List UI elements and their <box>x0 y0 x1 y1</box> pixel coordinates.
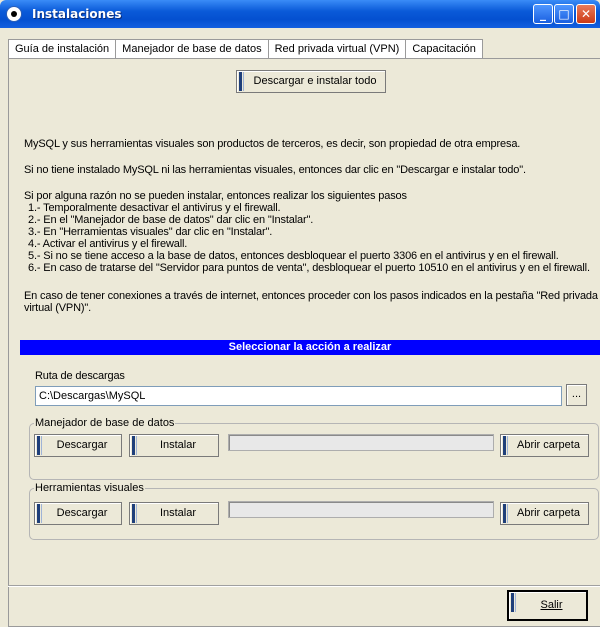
tools-download-button[interactable]: Descargar <box>34 502 122 525</box>
window-title: Instalaciones <box>32 7 122 21</box>
tab-manejador-base-datos[interactable]: Manejador de base de datos <box>115 39 269 59</box>
app-icon <box>6 6 22 22</box>
db-manager-legend: Manejador de base de datos <box>34 417 176 429</box>
tools-install-button[interactable]: Instalar <box>129 502 219 525</box>
tab-red-privada-virtual[interactable]: Red privada virtual (VPN) <box>267 39 407 59</box>
tab-capacitacion[interactable]: Capacitación <box>405 39 483 59</box>
step-item: 5.- Si no se tiene acceso a la base de d… <box>28 250 559 262</box>
action-header: Seleccionar la acción a realizar <box>20 340 600 355</box>
info-third-party: MySQL y sus herramientas visuales son pr… <box>24 138 521 150</box>
db-install-button[interactable]: Instalar <box>129 434 219 457</box>
download-path-input[interactable]: C:\Descargas\MySQL <box>35 386 562 406</box>
exit-button[interactable]: Salir <box>507 590 588 621</box>
footer-divider-highlight <box>8 586 600 587</box>
exit-button-label: Salir <box>540 599 563 611</box>
visual-tools-legend: Herramientas visuales <box>34 482 145 494</box>
minimize-button[interactable]: _ <box>533 4 553 24</box>
info-vpn-line1: En caso de tener conexiones a través de … <box>24 290 598 302</box>
step-item: 6.- En caso de tratarse del "Servidor pa… <box>28 262 590 274</box>
step-item: 1.- Temporalmente desactivar el antiviru… <box>28 202 281 214</box>
tab-strip: Guía de instalación Manejador de base de… <box>8 39 483 60</box>
download-path-label: Ruta de descargas <box>35 370 125 382</box>
maximize-button[interactable]: □ <box>554 4 574 24</box>
tab-guia-instalacion[interactable]: Guía de instalación <box>8 39 117 60</box>
step-item: 4.- Activar el antivirus y el firewall. <box>28 238 188 250</box>
title-bar[interactable]: Instalaciones _ □ ✕ <box>0 0 600 28</box>
browse-button[interactable]: ... <box>566 384 587 406</box>
db-progress-bar <box>228 434 494 451</box>
tools-progress-bar <box>228 501 494 518</box>
close-button[interactable]: ✕ <box>576 4 596 24</box>
download-install-all-button[interactable]: Descargar e instalar todo <box>236 70 386 93</box>
db-open-folder-button[interactable]: Abrir carpeta <box>500 434 589 457</box>
info-not-installed: Si no tiene instalado MySQL ni las herra… <box>24 164 526 176</box>
info-vpn-line2: virtual (VPN)". <box>24 302 92 314</box>
db-download-button[interactable]: Descargar <box>34 434 122 457</box>
tools-open-folder-button[interactable]: Abrir carpeta <box>500 502 589 525</box>
info-steps-intro: Si por alguna razón no se pueden instala… <box>24 190 407 202</box>
step-item: 3.- En "Herramientas visuales" dar clic … <box>28 226 273 238</box>
installer-window: Instalaciones _ □ ✕ Guía de instalación … <box>0 0 600 627</box>
step-item: 2.- En el "Manejador de base de datos" d… <box>28 214 314 226</box>
